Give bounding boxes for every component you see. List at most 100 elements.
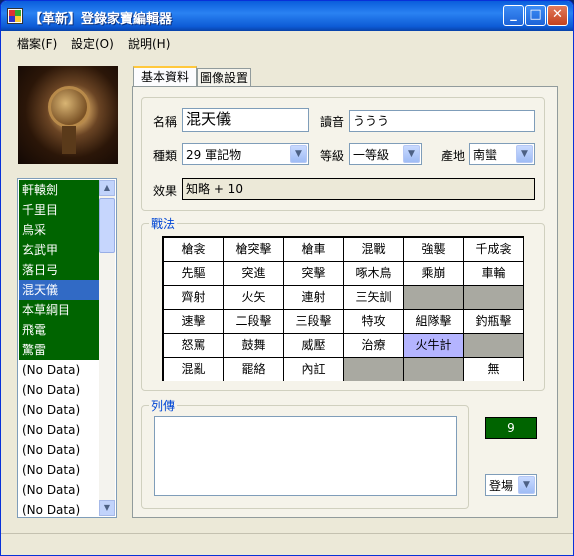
list-item[interactable]: 軒轅劍	[19, 180, 101, 200]
grade-select[interactable]: 一等級 ▼	[349, 143, 422, 165]
effect-field: 知略 + 10	[182, 178, 535, 200]
scroll-up-icon[interactable]: ▲	[99, 180, 115, 196]
tactic-cell[interactable]: 無	[464, 358, 523, 381]
tactic-cell[interactable]: 混戰	[344, 238, 403, 261]
grade-value: 一等級	[353, 148, 390, 162]
tactic-cell[interactable]: 先驅	[164, 262, 223, 285]
list-item[interactable]: 本草綱目	[19, 300, 101, 320]
scroll-thumb[interactable]	[99, 198, 115, 253]
list-item[interactable]: (No Data)	[19, 380, 101, 400]
type-select[interactable]: 29 軍記物 ▼	[182, 143, 309, 165]
list-item[interactable]: (No Data)	[19, 420, 101, 440]
tactic-cell[interactable]: 罷絡	[224, 358, 283, 381]
reading-label: 讀音	[320, 115, 345, 129]
tactic-cell[interactable]: 威壓	[284, 334, 343, 357]
tactic-cell[interactable]: 速擊	[164, 310, 223, 333]
item-list[interactable]: 軒轅劍 千里目 烏采 玄武甲 落日弓 混天儀 本草綱目 飛電 驚雷 (No Data) (No Da…	[17, 178, 117, 518]
menu-settings[interactable]: 設定(O)	[71, 35, 114, 52]
close-icon: ✕	[552, 7, 563, 22]
tactic-cell[interactable]: 槍突擊	[224, 238, 283, 261]
origin-label: 產地	[441, 149, 466, 163]
tactic-cell[interactable]: 特攻	[344, 310, 403, 333]
tactics-grid: 槍衾 槍突擊 槍車 混戰 強襲 千成衾先驅 突進 突擊 啄木鳥 乘崩 車輪齊射 火矢 連射 三矢訓速擊 二段…	[162, 236, 524, 381]
tactic-cell[interactable]: 火牛計	[404, 334, 463, 357]
chevron-down-icon[interactable]: ▼	[290, 145, 307, 163]
tactic-cell[interactable]: 千成衾	[464, 238, 523, 261]
list-item[interactable]: (No Data)	[19, 440, 101, 460]
armillary-sphere-image	[48, 86, 90, 128]
name-label: 名稱	[153, 115, 178, 129]
list-item[interactable]: 玄武甲	[19, 240, 101, 260]
tactic-cell[interactable]: 連射	[284, 286, 343, 309]
appear-select[interactable]: 登場 ▼	[485, 474, 537, 496]
tactic-cell[interactable]: 槍車	[284, 238, 343, 261]
maximize-button[interactable]: □	[525, 5, 546, 26]
list-item[interactable]: 落日弓	[19, 260, 101, 280]
tactic-cell[interactable]: 車輪	[464, 262, 523, 285]
name-field[interactable]: 混天儀	[182, 108, 309, 132]
close-button[interactable]: ✕	[547, 5, 568, 26]
tactic-cell[interactable]: 火矢	[224, 286, 283, 309]
reading-field[interactable]: ううう	[349, 110, 535, 132]
tab-basic-info[interactable]: 基本資料	[133, 66, 197, 88]
tactic-cell[interactable]: 釣瓶擊	[464, 310, 523, 333]
tactic-cell[interactable]	[404, 358, 463, 381]
list-item[interactable]: 飛電	[19, 320, 101, 340]
list-item[interactable]: (No Data)	[19, 480, 101, 500]
appear-value: 登場	[489, 479, 514, 493]
title-bar[interactable]: 【革新】登錄家寶編輯器 _ □ ✕	[1, 1, 573, 31]
tactic-cell[interactable]: 突擊	[284, 262, 343, 285]
item-picture	[18, 66, 118, 164]
list-item[interactable]: (No Data)	[19, 500, 101, 517]
tactic-cell[interactable]: 三段擊	[284, 310, 343, 333]
list-item[interactable]: 驚雷	[19, 340, 101, 360]
biography-textarea[interactable]	[154, 416, 457, 496]
origin-select[interactable]: 南蠻 ▼	[469, 143, 535, 165]
tactics-label: 戰法	[149, 215, 178, 232]
tactic-cell[interactable]	[464, 286, 523, 309]
list-item[interactable]: (No Data)	[19, 400, 101, 420]
window-title: 【革新】登錄家寶編輯器	[29, 12, 173, 27]
chevron-down-icon[interactable]: ▼	[516, 145, 533, 163]
maximize-icon: □	[529, 7, 542, 22]
tactic-cell[interactable]: 強襲	[404, 238, 463, 261]
type-label: 種類	[153, 149, 178, 163]
tactic-cell[interactable]: 組隊擊	[404, 310, 463, 333]
grade-label: 等級	[320, 149, 345, 163]
tactic-cell[interactable]	[464, 334, 523, 357]
menu-help[interactable]: 說明(H)	[128, 35, 170, 52]
tactic-cell[interactable]: 鼓舞	[224, 334, 283, 357]
list-item[interactable]: 千里目	[19, 200, 101, 220]
tactic-cell[interactable]: 二段擊	[224, 310, 283, 333]
scroll-down-icon[interactable]: ▼	[99, 500, 115, 516]
list-scrollbar[interactable]: ▲ ▼	[99, 180, 115, 516]
tactic-cell[interactable]: 治療	[344, 334, 403, 357]
list-item[interactable]: 烏采	[19, 220, 101, 240]
chevron-down-icon[interactable]: ▼	[403, 145, 420, 163]
tactic-cell[interactable]	[404, 286, 463, 309]
tactic-cell[interactable]: 啄木鳥	[344, 262, 403, 285]
list-item[interactable]: (No Data)	[19, 360, 101, 380]
tab-image-settings[interactable]: 圖像設置	[197, 68, 251, 88]
menu-file[interactable]: 檔案(F)	[17, 35, 57, 52]
chevron-down-icon[interactable]: ▼	[518, 476, 535, 494]
count-badge: 9	[485, 417, 537, 439]
tactic-cell[interactable]: 怒罵	[164, 334, 223, 357]
tactic-cell[interactable]: 內訌	[284, 358, 343, 381]
app-icon[interactable]	[7, 8, 23, 24]
main-window: 【革新】登錄家寶編輯器 _ □ ✕ 檔案(F) 設定(O) 說明(H) 軒轅劍千…	[0, 0, 574, 556]
tactic-cell[interactable]	[344, 358, 403, 381]
menu-bar: 檔案(F) 設定(O) 說明(H)	[1, 31, 573, 53]
tactic-cell[interactable]: 三矢訓	[344, 286, 403, 309]
type-value: 29 軍記物	[186, 148, 242, 162]
status-bar	[1, 533, 573, 555]
minimize-icon: _	[510, 7, 517, 22]
tactic-cell[interactable]: 乘崩	[404, 262, 463, 285]
tactic-cell[interactable]: 突進	[224, 262, 283, 285]
tactic-cell[interactable]: 槍衾	[164, 238, 223, 261]
tactic-cell[interactable]: 混亂	[164, 358, 223, 381]
list-item[interactable]: 混天儀	[19, 280, 101, 300]
minimize-button[interactable]: _	[503, 5, 524, 26]
tactic-cell[interactable]: 齊射	[164, 286, 223, 309]
list-item[interactable]: (No Data)	[19, 460, 101, 480]
